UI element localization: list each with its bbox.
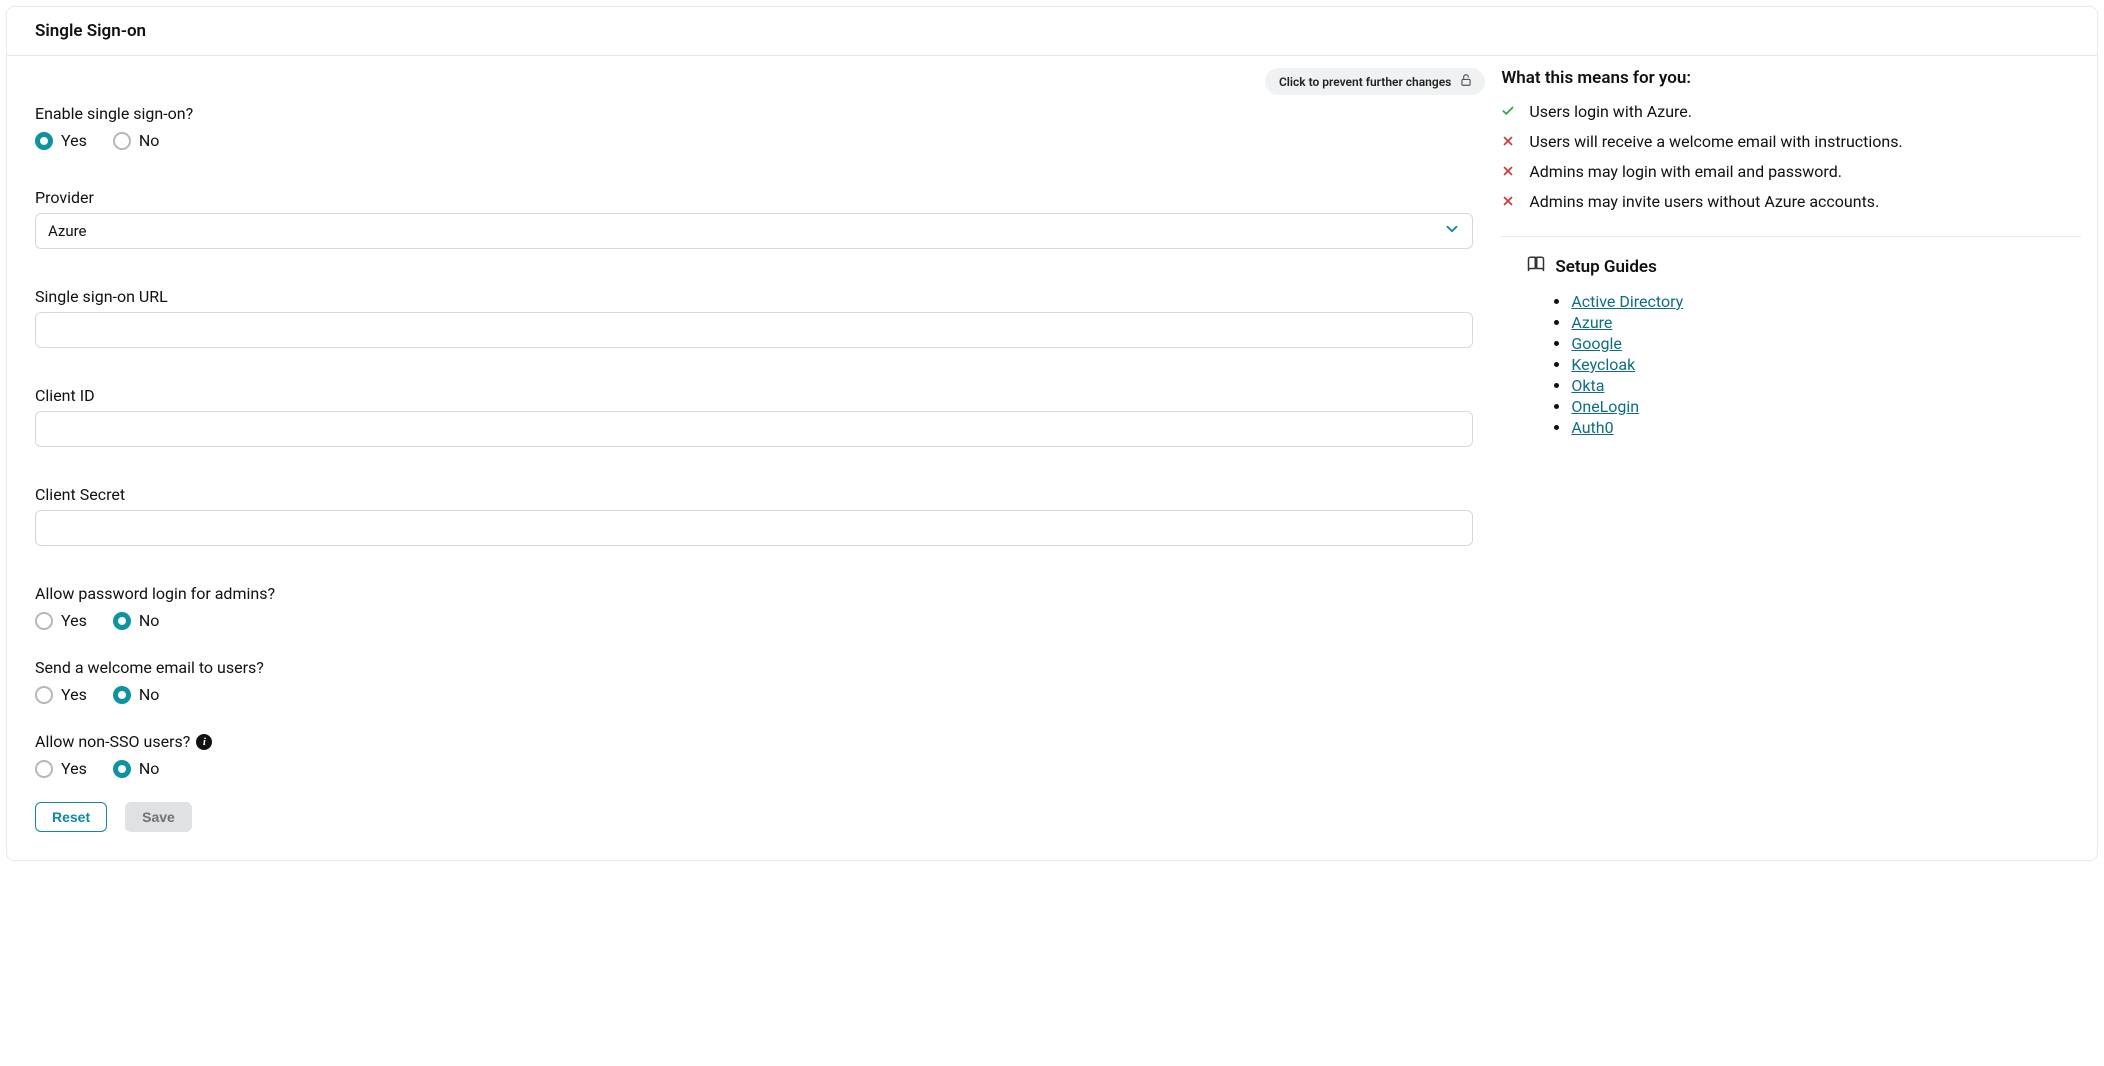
- radio-icon: [35, 760, 53, 778]
- unlock-icon: [1459, 73, 1473, 90]
- radio-icon: [113, 132, 131, 150]
- form-column: Click to prevent further changes Enable …: [7, 56, 1501, 860]
- client-secret-input[interactable]: [35, 510, 1473, 546]
- provider-label: Provider: [35, 188, 1473, 207]
- field-client-secret: Client Secret: [35, 485, 1473, 546]
- allow-non-sso-yes[interactable]: Yes: [35, 759, 87, 778]
- means-item: Admins may login with email and password…: [1501, 160, 2081, 184]
- means-list: Users login with Azure. Users will recei…: [1501, 100, 2081, 214]
- provider-selected-value: Azure: [48, 222, 86, 240]
- radio-icon: [113, 686, 131, 704]
- guide-item: Keycloak: [1571, 355, 2081, 374]
- means-item: Users login with Azure.: [1501, 100, 2081, 124]
- means-text: Admins may invite users without Azure ac…: [1529, 190, 1879, 214]
- means-item: Users will receive a welcome email with …: [1501, 130, 2081, 154]
- lock-toggle-button[interactable]: Click to prevent further changes: [1265, 68, 1485, 95]
- enable-sso-radio-group: Yes No: [35, 131, 1473, 150]
- radio-label: Yes: [61, 611, 87, 630]
- radio-label: Yes: [61, 685, 87, 704]
- field-provider: Provider Azure: [35, 188, 1473, 249]
- radio-label: Yes: [61, 131, 87, 150]
- radio-icon: [35, 686, 53, 704]
- allow-admin-pw-radio-group: Yes No: [35, 611, 1473, 630]
- sso-url-label: Single sign-on URL: [35, 287, 1473, 306]
- cross-icon: [1501, 164, 1515, 178]
- cross-icon: [1501, 134, 1515, 148]
- radio-label: No: [139, 131, 160, 150]
- form-buttons: Reset Save: [35, 802, 1473, 832]
- guide-link-onelogin[interactable]: OneLogin: [1571, 397, 1639, 416]
- lock-toggle-label: Click to prevent further changes: [1279, 75, 1451, 89]
- sso-url-input[interactable]: [35, 312, 1473, 348]
- allow-non-sso-no[interactable]: No: [113, 759, 160, 778]
- provider-select[interactable]: Azure: [35, 213, 1473, 249]
- welcome-email-label: Send a welcome email to users?: [35, 658, 1473, 677]
- enable-sso-label: Enable single sign-on?: [35, 104, 1473, 123]
- field-allow-admin-pw: Allow password login for admins? Yes No: [35, 584, 1473, 630]
- guide-item: OneLogin: [1571, 397, 2081, 416]
- allow-non-sso-label-text: Allow non-SSO users?: [35, 732, 190, 751]
- means-item: Admins may invite users without Azure ac…: [1501, 190, 2081, 214]
- radio-label: No: [139, 611, 160, 630]
- sso-panel: Single Sign-on Click to prevent further …: [6, 6, 2098, 861]
- radio-label: No: [139, 685, 160, 704]
- guide-link-keycloak[interactable]: Keycloak: [1571, 355, 1635, 374]
- client-id-label: Client ID: [35, 386, 1473, 405]
- field-client-id: Client ID: [35, 386, 1473, 447]
- cross-icon: [1501, 194, 1515, 208]
- allow-non-sso-radio-group: Yes No: [35, 759, 1473, 778]
- divider: [1501, 236, 2081, 237]
- guide-item: Active Directory: [1571, 292, 2081, 311]
- guide-item: Auth0: [1571, 418, 2081, 437]
- radio-icon: [35, 132, 53, 150]
- info-icon[interactable]: i: [196, 734, 212, 750]
- welcome-email-yes[interactable]: Yes: [35, 685, 87, 704]
- guides-heading-text: Setup Guides: [1555, 257, 1656, 277]
- guide-link-auth0[interactable]: Auth0: [1571, 418, 1613, 437]
- welcome-email-no[interactable]: No: [113, 685, 160, 704]
- sidebar-column: What this means for you: Users login wit…: [1501, 56, 2097, 860]
- guide-link-active-directory[interactable]: Active Directory: [1571, 292, 1683, 311]
- guide-item: Azure: [1571, 313, 2081, 332]
- radio-icon: [113, 760, 131, 778]
- allow-admin-pw-no[interactable]: No: [113, 611, 160, 630]
- welcome-email-radio-group: Yes No: [35, 685, 1473, 704]
- allow-non-sso-label: Allow non-SSO users? i: [35, 732, 1473, 751]
- enable-sso-no[interactable]: No: [113, 131, 160, 150]
- provider-select-wrap: Azure: [35, 213, 1473, 249]
- panel-body: Click to prevent further changes Enable …: [7, 56, 2097, 860]
- means-text: Users login with Azure.: [1529, 100, 1692, 124]
- sidebar-heading: What this means for you:: [1501, 68, 2081, 88]
- enable-sso-yes[interactable]: Yes: [35, 131, 87, 150]
- guides-list: Active Directory Azure Google Keycloak O…: [1571, 292, 2081, 437]
- client-id-input[interactable]: [35, 411, 1473, 447]
- means-text: Users will receive a welcome email with …: [1529, 130, 1902, 154]
- client-secret-label: Client Secret: [35, 485, 1473, 504]
- check-icon: [1501, 104, 1515, 118]
- guide-link-google[interactable]: Google: [1571, 334, 1622, 353]
- means-text: Admins may login with email and password…: [1529, 160, 1842, 184]
- guide-item: Google: [1571, 334, 2081, 353]
- guide-item: Okta: [1571, 376, 2081, 395]
- reset-button[interactable]: Reset: [35, 802, 107, 832]
- guides-heading: Setup Guides: [1527, 255, 2081, 278]
- radio-label: No: [139, 759, 160, 778]
- allow-admin-pw-yes[interactable]: Yes: [35, 611, 87, 630]
- field-enable-sso: Enable single sign-on? Yes No: [35, 104, 1473, 150]
- save-button[interactable]: Save: [125, 802, 192, 832]
- allow-admin-pw-label: Allow password login for admins?: [35, 584, 1473, 603]
- radio-icon: [113, 612, 131, 630]
- radio-icon: [35, 612, 53, 630]
- guide-link-azure[interactable]: Azure: [1571, 313, 1612, 332]
- guide-link-okta[interactable]: Okta: [1571, 376, 1604, 395]
- field-welcome-email: Send a welcome email to users? Yes No: [35, 658, 1473, 704]
- panel-title: Single Sign-on: [7, 7, 2097, 56]
- field-sso-url: Single sign-on URL: [35, 287, 1473, 348]
- radio-label: Yes: [61, 759, 87, 778]
- field-allow-non-sso: Allow non-SSO users? i Yes No: [35, 732, 1473, 778]
- book-icon: [1527, 255, 1545, 278]
